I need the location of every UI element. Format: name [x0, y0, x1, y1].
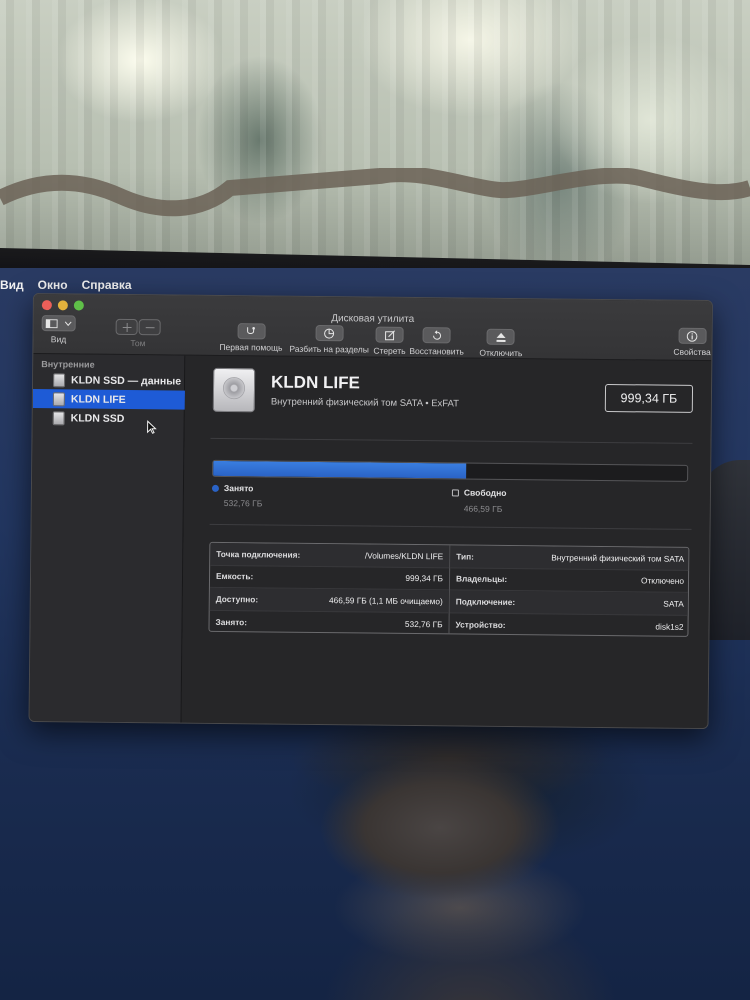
- info-value: disk1s2: [655, 621, 684, 632]
- erase-button[interactable]: Стереть: [373, 326, 406, 356]
- info-value: SATA: [663, 598, 684, 609]
- erase-icon: [384, 329, 395, 340]
- info-key: Владельцы:: [455, 573, 508, 585]
- info-key: Занято:: [215, 616, 248, 628]
- info-row: Подключение: SATA: [449, 590, 690, 616]
- unmount-button[interactable]: Отключить: [479, 328, 523, 359]
- first-aid-button[interactable]: Первая помощь: [219, 323, 282, 353]
- info-value: 999,34 ГБ: [405, 573, 444, 584]
- info-key: Устройство:: [455, 619, 506, 630]
- info-table: Точка подключения: /Volumes/KLDN LIFE Емк…: [208, 541, 690, 637]
- usage-bar-used: [213, 460, 466, 479]
- info-key: Доступно:: [215, 593, 259, 605]
- free-label: Свободно: [463, 487, 507, 498]
- restore-icon: [432, 329, 441, 340]
- disk-icon: [52, 391, 65, 406]
- disk-icon: [53, 372, 66, 387]
- used-value: 532,76 ГБ: [223, 498, 263, 509]
- info-key: Точка подключения:: [216, 548, 301, 560]
- volume-description: Внутренний физический том SATA • ExFAT: [270, 396, 460, 410]
- info-value: 466,59 ГБ (1,1 МБ очищаемо): [329, 594, 443, 607]
- restore-button[interactable]: Восстановить: [409, 327, 464, 357]
- info-column-left: Точка подключения: /Volumes/KLDN LIFE Емк…: [209, 542, 451, 635]
- info-row: Устройство: disk1s2: [449, 613, 689, 637]
- sidebar-item-kldn-ssd[interactable]: KLDN SSD: [33, 408, 185, 429]
- disk-icon: [52, 410, 65, 425]
- wallpaper-rock: [200, 718, 720, 908]
- sidebar: Внутренние KLDN SSD — данные KLDN LIFE K…: [29, 354, 186, 723]
- first-aid-label: Первая помощь: [219, 341, 283, 353]
- minus-icon: [145, 326, 155, 328]
- view-button[interactable]: Вид: [41, 315, 76, 345]
- sidebar-item-label: KLDN SSD — данные: [71, 373, 182, 388]
- chevron-down-icon: [64, 321, 72, 326]
- zoom-button[interactable]: [73, 300, 84, 311]
- info-row: Емкость: 999,34 ГБ: [209, 565, 450, 591]
- info-column-right: Тип: Внутренний физический том SATA Владе…: [449, 545, 690, 637]
- disk-utility-window: Дисковая утилита Вид Том Первая помощь Р…: [28, 293, 713, 730]
- eject-icon: [496, 332, 506, 342]
- restore-label: Восстановить: [409, 345, 464, 357]
- info-key: Тип:: [456, 551, 474, 562]
- close-button[interactable]: [41, 300, 52, 311]
- partition-label: Разбить на разделы: [289, 343, 369, 355]
- menu-help[interactable]: Справка: [82, 278, 132, 292]
- info-value: /Volumes/KLDN LIFE: [364, 550, 444, 562]
- divider: [209, 523, 692, 530]
- sidebar-item-label: KLDN SSD: [70, 411, 125, 425]
- volume-capacity-badge: 999,34 ГБ: [604, 383, 694, 413]
- view-label: Вид: [50, 334, 67, 345]
- remove-volume-button[interactable]: [138, 319, 161, 336]
- volume-buttons: Том: [115, 318, 161, 349]
- info-value: Отключено: [640, 575, 685, 587]
- hard-drive-icon: [212, 367, 256, 413]
- info-row: Тип: Внутренний физический том SATA: [450, 545, 690, 571]
- free-legend-box: [451, 489, 459, 497]
- used-legend-dot: [211, 484, 220, 492]
- usage-bar: [212, 459, 689, 482]
- menu-view[interactable]: Вид: [0, 278, 24, 292]
- used-label: Занято: [223, 483, 254, 494]
- volume-name: KLDN LIFE: [270, 372, 360, 393]
- sidebar-section-internal: Внутренние: [41, 359, 95, 370]
- menu-bar: Вид Окно Справка: [0, 274, 750, 296]
- erase-label: Стереть: [373, 345, 406, 356]
- sidebar-item-label: KLDN LIFE: [70, 392, 126, 406]
- info-value: Внутренний физический том SATA: [551, 552, 685, 564]
- info-row: Доступно: 466,59 ГБ (1,1 МБ очищаемо): [209, 587, 449, 613]
- info-row: Точка подключения: /Volumes/KLDN LIFE: [210, 542, 450, 568]
- info-value: 532,76 ГБ: [404, 618, 443, 630]
- info-key: Подключение:: [455, 596, 516, 607]
- info-row: Владельцы: Отключено: [449, 567, 690, 593]
- divider: [210, 437, 693, 444]
- minimize-button[interactable]: [57, 300, 68, 311]
- plus-icon: [122, 322, 132, 332]
- mouse-cursor-icon: [147, 420, 157, 434]
- partition-button[interactable]: Разбить на разделы: [289, 324, 369, 355]
- free-value: 466,59 ГБ: [463, 503, 503, 514]
- toolbar: Дисковая утилита Вид Том Первая помощь Р…: [33, 294, 712, 362]
- info-icon: [686, 330, 698, 342]
- info-row: Занято: 532,76 ГБ: [209, 610, 448, 635]
- menu-window[interactable]: Окно: [38, 278, 68, 292]
- info-button[interactable]: Свойства: [673, 327, 711, 358]
- sidebar-item-kldn-ssd-data[interactable]: KLDN SSD — данные: [33, 370, 185, 391]
- pie-icon: [324, 328, 335, 339]
- stethoscope-icon: [247, 326, 255, 334]
- info-label: Свойства: [673, 346, 711, 358]
- sidebar-item-kldn-life[interactable]: KLDN LIFE: [32, 389, 185, 410]
- unmount-label: Отключить: [479, 347, 523, 359]
- info-key: Емкость:: [215, 571, 254, 582]
- curtain-band: [0, 168, 750, 217]
- main-panel: KLDN LIFE Внутренний физический том SATA…: [181, 355, 712, 729]
- sidebar-icon: [45, 318, 58, 328]
- volume-label: Том: [130, 338, 146, 349]
- curtain-folds: [0, 0, 750, 280]
- add-volume-button[interactable]: [115, 318, 138, 336]
